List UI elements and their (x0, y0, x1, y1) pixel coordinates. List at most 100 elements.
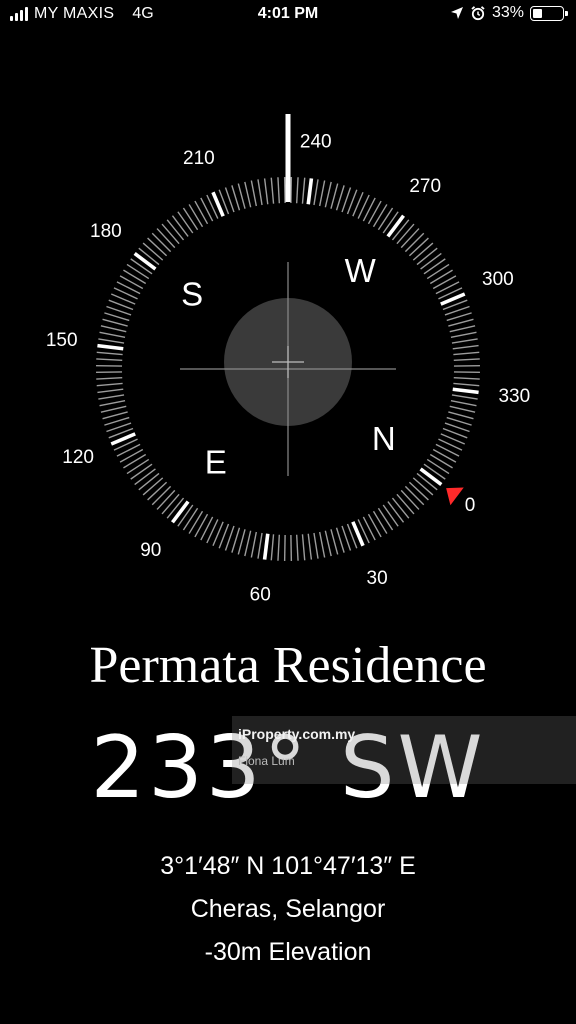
minor-tick (116, 281, 141, 295)
minor-tick (130, 463, 153, 480)
minor-tick (151, 485, 172, 506)
minor-tick (404, 485, 425, 506)
minor-tick (382, 504, 399, 527)
minor-tick (429, 453, 453, 469)
minor-tick (408, 237, 429, 257)
heading-indicator (285, 114, 291, 202)
minor-tick (147, 237, 168, 257)
minor-tick (295, 177, 299, 204)
degree-label-330: 330 (498, 386, 530, 407)
minor-tick (453, 351, 480, 356)
minor-tick (324, 181, 332, 208)
minor-tick (244, 530, 252, 557)
minor-tick (408, 481, 429, 501)
minor-tick (250, 180, 258, 207)
minor-tick (123, 269, 147, 285)
major-tick (262, 533, 270, 560)
coordinates[interactable]: 3°1′48″ N 101°47′13″ E (0, 852, 576, 881)
minor-tick (372, 510, 388, 534)
minor-tick (270, 534, 275, 561)
minor-tick (161, 493, 180, 515)
minor-tick (119, 275, 144, 290)
minor-tick (404, 232, 425, 253)
minor-tick (432, 448, 457, 463)
battery-percent: 33% (491, 4, 524, 21)
minor-tick (263, 178, 269, 205)
overlay-title: Permata Residence (89, 637, 487, 694)
minor-tick (396, 223, 415, 245)
minor-tick (451, 394, 478, 400)
minor-tick (200, 516, 214, 541)
minor-tick (295, 534, 299, 561)
minor-tick (231, 527, 241, 553)
minor-tick (372, 204, 388, 228)
minor-tick (426, 458, 450, 475)
minor-tick (449, 325, 476, 333)
cardinal-S: S (181, 276, 203, 313)
minor-tick (362, 516, 376, 541)
minor-tick (377, 207, 394, 231)
minor-tick (448, 411, 474, 420)
compass-dial[interactable]: 0 30 60 90 120 150 180 210 240 270 300 330 N E S W (0, 100, 576, 630)
minor-tick (142, 477, 164, 496)
minor-tick (301, 177, 306, 204)
location-arrow-icon (450, 7, 463, 19)
minor-tick (177, 211, 194, 234)
degree-label-300: 300 (482, 269, 514, 290)
minor-tick (429, 269, 453, 285)
minor-tick (451, 338, 478, 344)
locality: Cheras, Selangor (190, 895, 386, 923)
minor-tick (244, 181, 252, 208)
minor-tick (96, 382, 123, 387)
minor-tick (188, 510, 204, 534)
minor-tick (171, 215, 189, 237)
minor-tick (116, 443, 141, 457)
minor-tick (362, 197, 376, 222)
major-tick (419, 467, 443, 486)
status-bar-right: 33% (450, 4, 568, 22)
minor-tick (237, 529, 246, 555)
minor-tick (450, 399, 477, 407)
major-tick (133, 252, 157, 271)
degree-label-210: 210 (183, 148, 215, 169)
minor-tick (330, 529, 339, 555)
cardinal-N: N (372, 420, 396, 457)
minor-tick (318, 531, 326, 558)
minor-tick (161, 223, 180, 245)
minor-tick (450, 331, 477, 339)
minor-tick (99, 331, 126, 339)
watermark: iProperty.com.my Fiona Lum (232, 716, 576, 784)
battery-fill (533, 8, 542, 18)
major-tick (97, 343, 124, 351)
major-tick (306, 178, 314, 205)
minor-tick (126, 458, 150, 475)
minor-tick (98, 338, 125, 344)
minor-tick (123, 453, 147, 469)
minor-tick (330, 183, 339, 209)
minor-tick (200, 197, 214, 222)
minor-tick (446, 312, 472, 322)
minor-tick (400, 228, 420, 249)
minor-tick (277, 534, 281, 561)
minor-tick (270, 177, 275, 204)
minor-tick (142, 242, 164, 261)
minor-tick (104, 312, 130, 322)
minor-tick (435, 443, 460, 457)
minor-tick (237, 183, 246, 209)
minor-tick (277, 177, 281, 204)
degree-label-60: 60 (250, 584, 271, 605)
degree-label-150: 150 (46, 330, 78, 351)
watermark-logo: iProperty.com.my (238, 726, 356, 742)
degree-label-90: 90 (140, 540, 161, 561)
minor-tick (452, 344, 479, 350)
minor-tick (98, 394, 125, 400)
minor-tick (423, 258, 446, 275)
minor-tick (307, 533, 313, 560)
minor-tick (102, 411, 128, 420)
minor-tick (420, 252, 442, 270)
minor-tick (426, 263, 450, 280)
minor-tick (99, 399, 126, 407)
minor-tick (453, 376, 480, 380)
minor-tick (301, 534, 306, 561)
minor-tick (318, 180, 326, 207)
